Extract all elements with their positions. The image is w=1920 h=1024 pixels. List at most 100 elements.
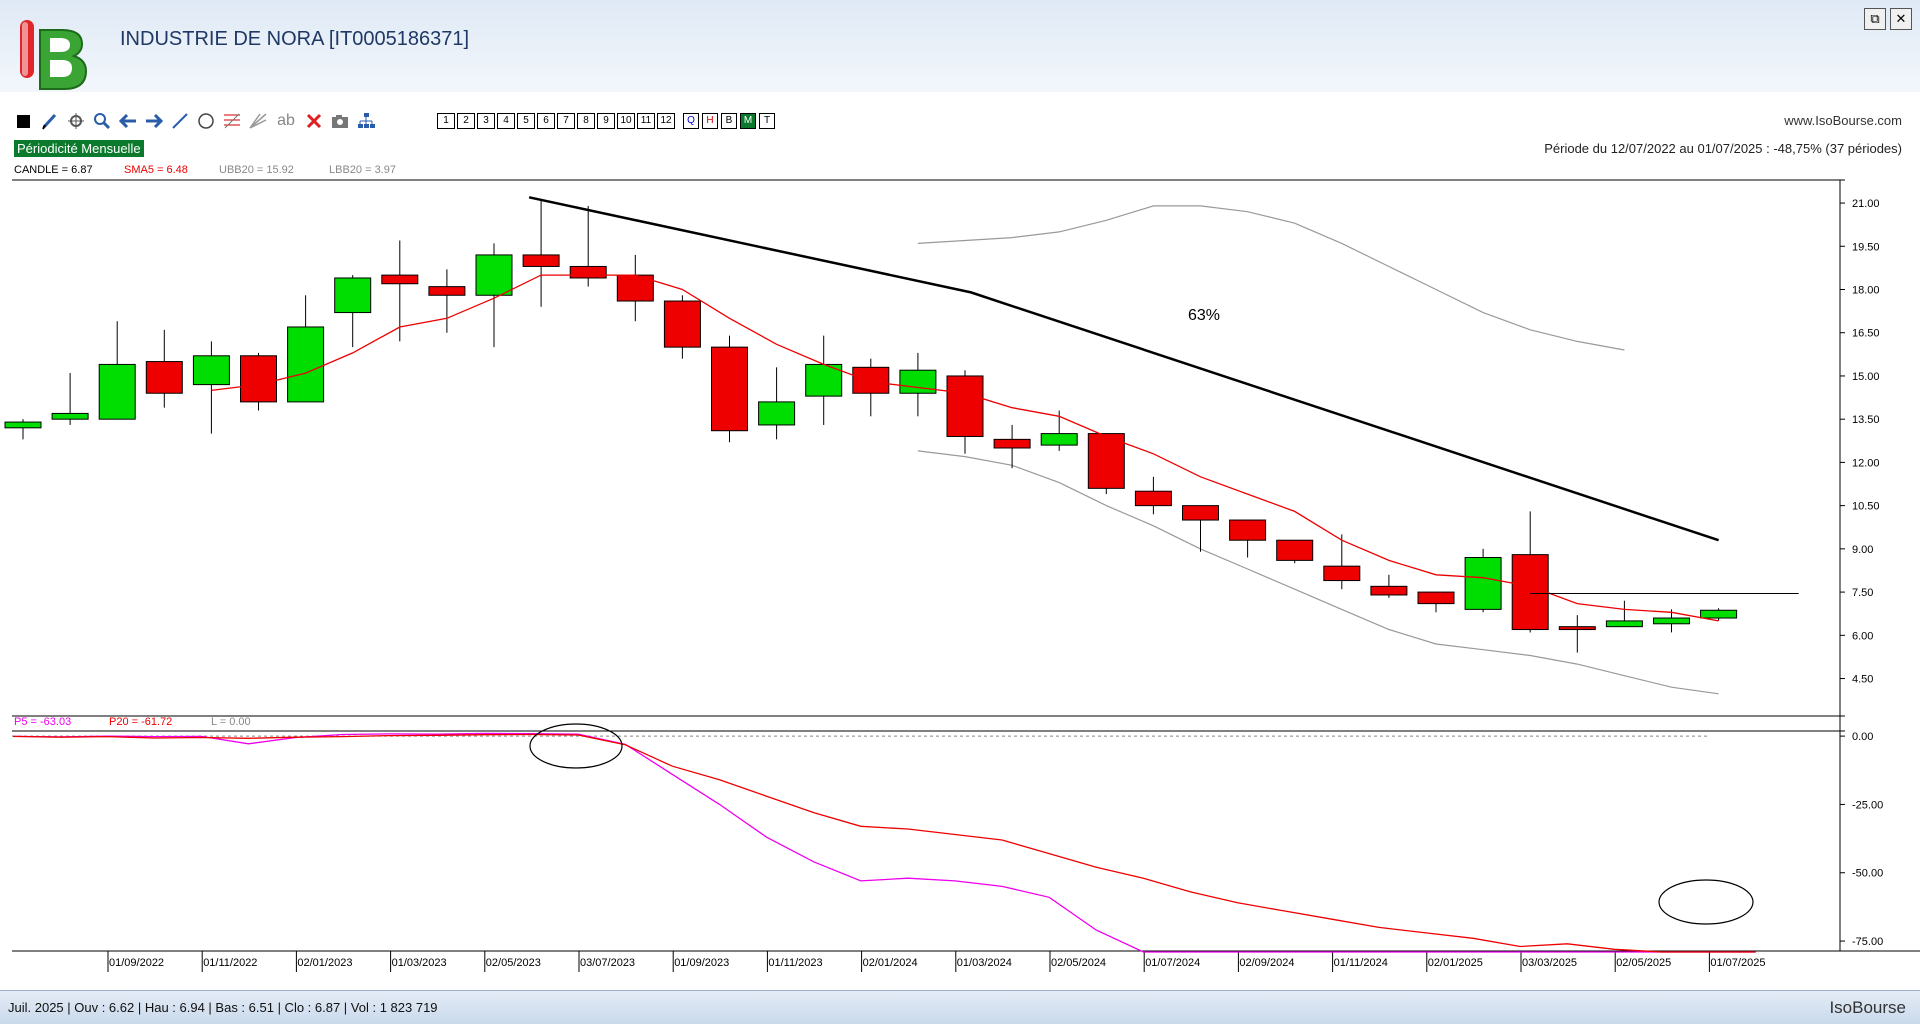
status-bar: Juil. 2025 | Ouv : 6.62 | Hau : 6.94 | B… xyxy=(0,990,1920,1024)
main-legend-2: UBB20 = 15.92 xyxy=(219,164,294,176)
period-button-10[interactable]: 10 xyxy=(617,113,635,129)
x-tick-label: 02/01/2023 xyxy=(297,957,352,969)
view-button-B[interactable]: B xyxy=(721,113,737,129)
candle-body xyxy=(98,363,136,420)
candle-body xyxy=(663,300,701,348)
brand-label: IsoBourse xyxy=(1829,998,1906,1017)
view-button-H[interactable]: H xyxy=(702,113,718,129)
candle-body xyxy=(1464,557,1502,610)
crosshair-icon[interactable] xyxy=(66,111,86,131)
period-button-1[interactable]: 1 xyxy=(437,113,455,129)
drawn-ellipse-right xyxy=(1658,879,1754,925)
instrument-title: INDUSTRIE DE NORA [IT0005186371] xyxy=(120,28,470,50)
osc-y-tick-label: -50.00 xyxy=(1852,868,1883,880)
candle-body xyxy=(993,438,1031,449)
pencil-icon[interactable] xyxy=(40,111,60,131)
period-button-11[interactable]: 11 xyxy=(637,113,655,129)
fan-icon[interactable] xyxy=(248,111,268,131)
candle-body xyxy=(1653,617,1690,625)
candle-body xyxy=(522,254,560,267)
x-tick-label: 03/07/2023 xyxy=(580,957,635,969)
site-url[interactable]: www.IsoBourse.com xyxy=(1784,113,1902,128)
period-button-12[interactable]: 12 xyxy=(657,113,675,129)
candle-body xyxy=(1370,585,1408,596)
x-tick-label: 02/09/2024 xyxy=(1239,957,1294,969)
period-button-9[interactable]: 9 xyxy=(597,113,615,129)
x-tick-label: 01/03/2024 xyxy=(957,957,1012,969)
candle-body xyxy=(145,361,183,394)
candle-body xyxy=(1605,620,1643,628)
periodicity-badge: Périodicité Mensuelle xyxy=(14,140,144,157)
view-button-T[interactable]: T xyxy=(759,113,775,129)
delete-icon[interactable] xyxy=(304,111,324,131)
series-P20-line xyxy=(12,733,1756,953)
arrow-right-icon[interactable] xyxy=(144,111,164,131)
zoom-icon[interactable] xyxy=(92,111,112,131)
x-tick-label: 02/01/2025 xyxy=(1428,957,1483,969)
x-tick-label: 02/05/2024 xyxy=(1051,957,1106,969)
series-P5-line xyxy=(12,732,1756,953)
text-icon[interactable]: ab xyxy=(274,111,298,131)
price-chart: CANDLE = 6.87 SMA5 = 6.48 UBB20 = 15.92 LBB… xyxy=(4,164,1920,972)
main-y-tick-label: 9.00 xyxy=(1852,544,1873,556)
period-button-8[interactable]: 8 xyxy=(577,113,595,129)
main-y-tick-label: 21.00 xyxy=(1852,198,1880,210)
osc-legend-2: L = 0.00 xyxy=(211,716,251,728)
main-y-tick-label: 12.00 xyxy=(1852,457,1880,469)
candle-body xyxy=(1276,539,1314,561)
percent-annotation: 63% xyxy=(1188,307,1220,324)
restore-button[interactable]: ⧉ xyxy=(1864,8,1886,30)
main-legend-1: SMA5 = 6.48 xyxy=(124,164,188,176)
main-y-tick-label: 10.50 xyxy=(1852,501,1880,513)
circle-icon[interactable] xyxy=(196,111,216,131)
osc-legend-1: P20 = -61.72 xyxy=(109,716,172,728)
osc-y-tick-label: 0.00 xyxy=(1852,731,1873,743)
candle-body xyxy=(711,346,748,432)
candle-body xyxy=(192,355,230,386)
candle-body xyxy=(1323,565,1361,582)
period-button-6[interactable]: 6 xyxy=(537,113,555,129)
candle-body xyxy=(1040,433,1078,446)
period-button-7[interactable]: 7 xyxy=(557,113,575,129)
candle-body xyxy=(1558,626,1596,631)
upper-bollinger-line xyxy=(917,205,1625,351)
fibonacci-icon[interactable] xyxy=(222,111,242,131)
period-button-4[interactable]: 4 xyxy=(497,113,515,129)
camera-icon[interactable] xyxy=(330,111,350,131)
line-icon[interactable] xyxy=(170,111,190,131)
main-y-tick-label: 7.50 xyxy=(1852,587,1873,599)
candle-body xyxy=(287,326,325,403)
view-buttons: QHBMT xyxy=(683,113,775,129)
x-tick-label: 01/11/2024 xyxy=(1334,957,1388,969)
view-button-M[interactable]: M xyxy=(740,113,756,129)
period-button-3[interactable]: 3 xyxy=(477,113,495,129)
tree-icon[interactable] xyxy=(356,111,376,131)
square-icon[interactable] xyxy=(14,111,34,131)
x-tick-label: 01/11/2022 xyxy=(203,957,257,969)
close-button[interactable]: ✕ xyxy=(1890,8,1912,30)
candle-body xyxy=(1134,490,1172,507)
x-tick-label: 02/01/2024 xyxy=(863,957,918,969)
arrow-left-icon[interactable] xyxy=(118,111,138,131)
period-button-5[interactable]: 5 xyxy=(517,113,535,129)
candle-body xyxy=(1182,505,1219,521)
period-buttons: 1 2 3 4 5 6 7 8 9 10 11 12 xyxy=(437,113,675,129)
candle-body xyxy=(1511,554,1549,631)
osc-legend-0: P5 = -63.03 xyxy=(14,716,71,728)
x-tick-label: 01/11/2023 xyxy=(768,957,822,969)
osc-y-tick-label: -25.00 xyxy=(1852,799,1883,811)
main-legend-0: CANDLE = 6.87 xyxy=(14,164,93,176)
main-y-tick-label: 6.00 xyxy=(1852,630,1873,642)
candle-body xyxy=(4,421,42,429)
candle-body xyxy=(1700,609,1738,619)
drawing-toolbar: ab xyxy=(14,111,376,131)
period-button-2[interactable]: 2 xyxy=(457,113,475,129)
main-y-tick-label: 4.50 xyxy=(1852,674,1873,686)
view-button-Q[interactable]: Q xyxy=(683,113,699,129)
main-y-tick-label: 18.00 xyxy=(1852,285,1880,297)
period-info: Période du 12/07/2022 au 01/07/2025 : -4… xyxy=(1544,141,1902,156)
candle-body xyxy=(899,369,937,394)
x-tick-label: 01/07/2024 xyxy=(1145,957,1200,969)
candle-body xyxy=(381,274,419,285)
main-y-tick-label: 16.50 xyxy=(1852,328,1880,340)
